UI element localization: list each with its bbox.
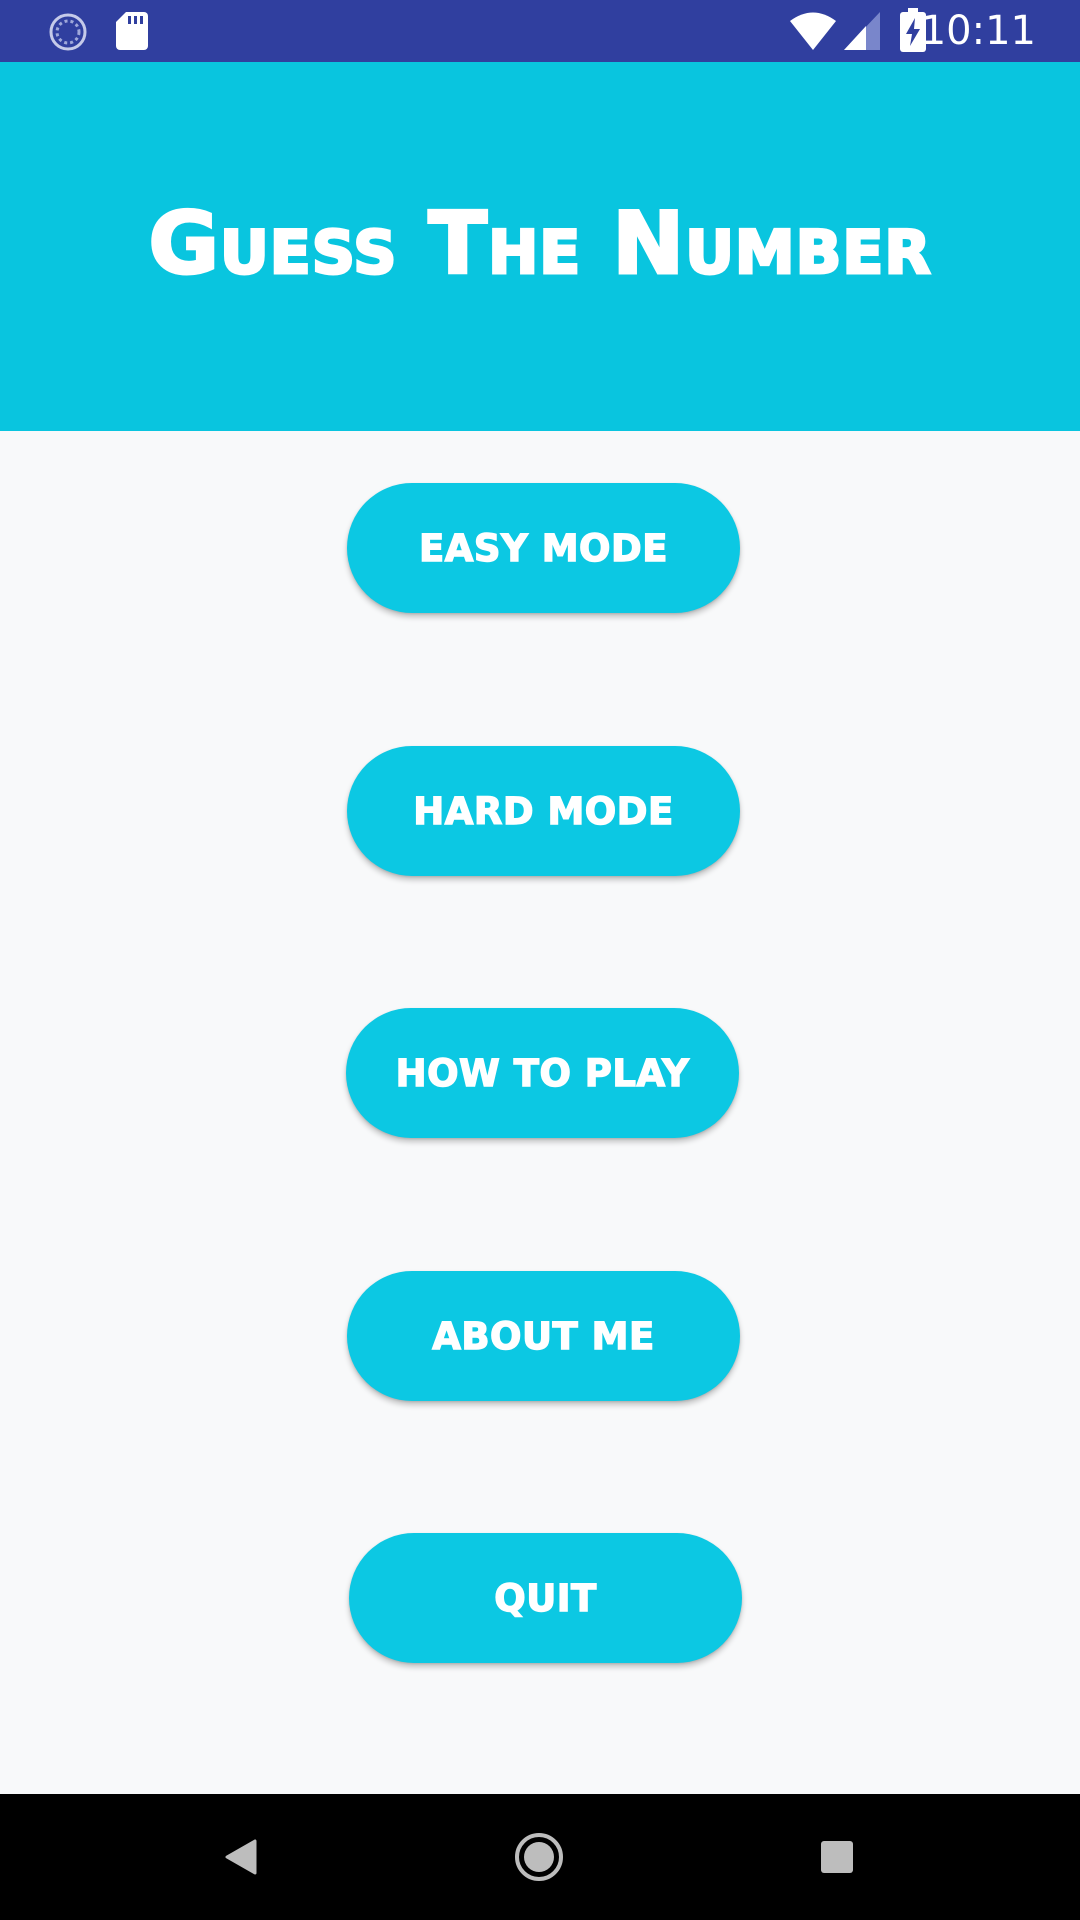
app-header: Guess The Number: [0, 62, 1080, 431]
status-time: 10:11: [920, 8, 1036, 54]
sync-icon: [48, 12, 88, 56]
quit-button[interactable]: QUIT: [349, 1533, 742, 1663]
how-to-play-button[interactable]: HOW TO PLAY: [346, 1008, 739, 1138]
signal-icon: [844, 12, 880, 54]
home-icon[interactable]: [504, 1822, 574, 1892]
screen: 10:11 Guess The Number EASY MODE HARD MO…: [0, 0, 1080, 1920]
sd-card-icon: [116, 12, 148, 54]
hard-mode-button[interactable]: HARD MODE: [347, 746, 740, 876]
recents-icon[interactable]: [802, 1822, 872, 1892]
navigation-bar: [0, 1794, 1080, 1920]
app-title: Guess The Number: [147, 193, 932, 296]
back-icon[interactable]: [206, 1822, 276, 1892]
about-me-button[interactable]: ABOUT ME: [347, 1271, 740, 1401]
status-bar: 10:11: [0, 0, 1080, 62]
easy-mode-button[interactable]: EASY MODE: [347, 483, 740, 613]
wifi-icon: [790, 12, 836, 54]
